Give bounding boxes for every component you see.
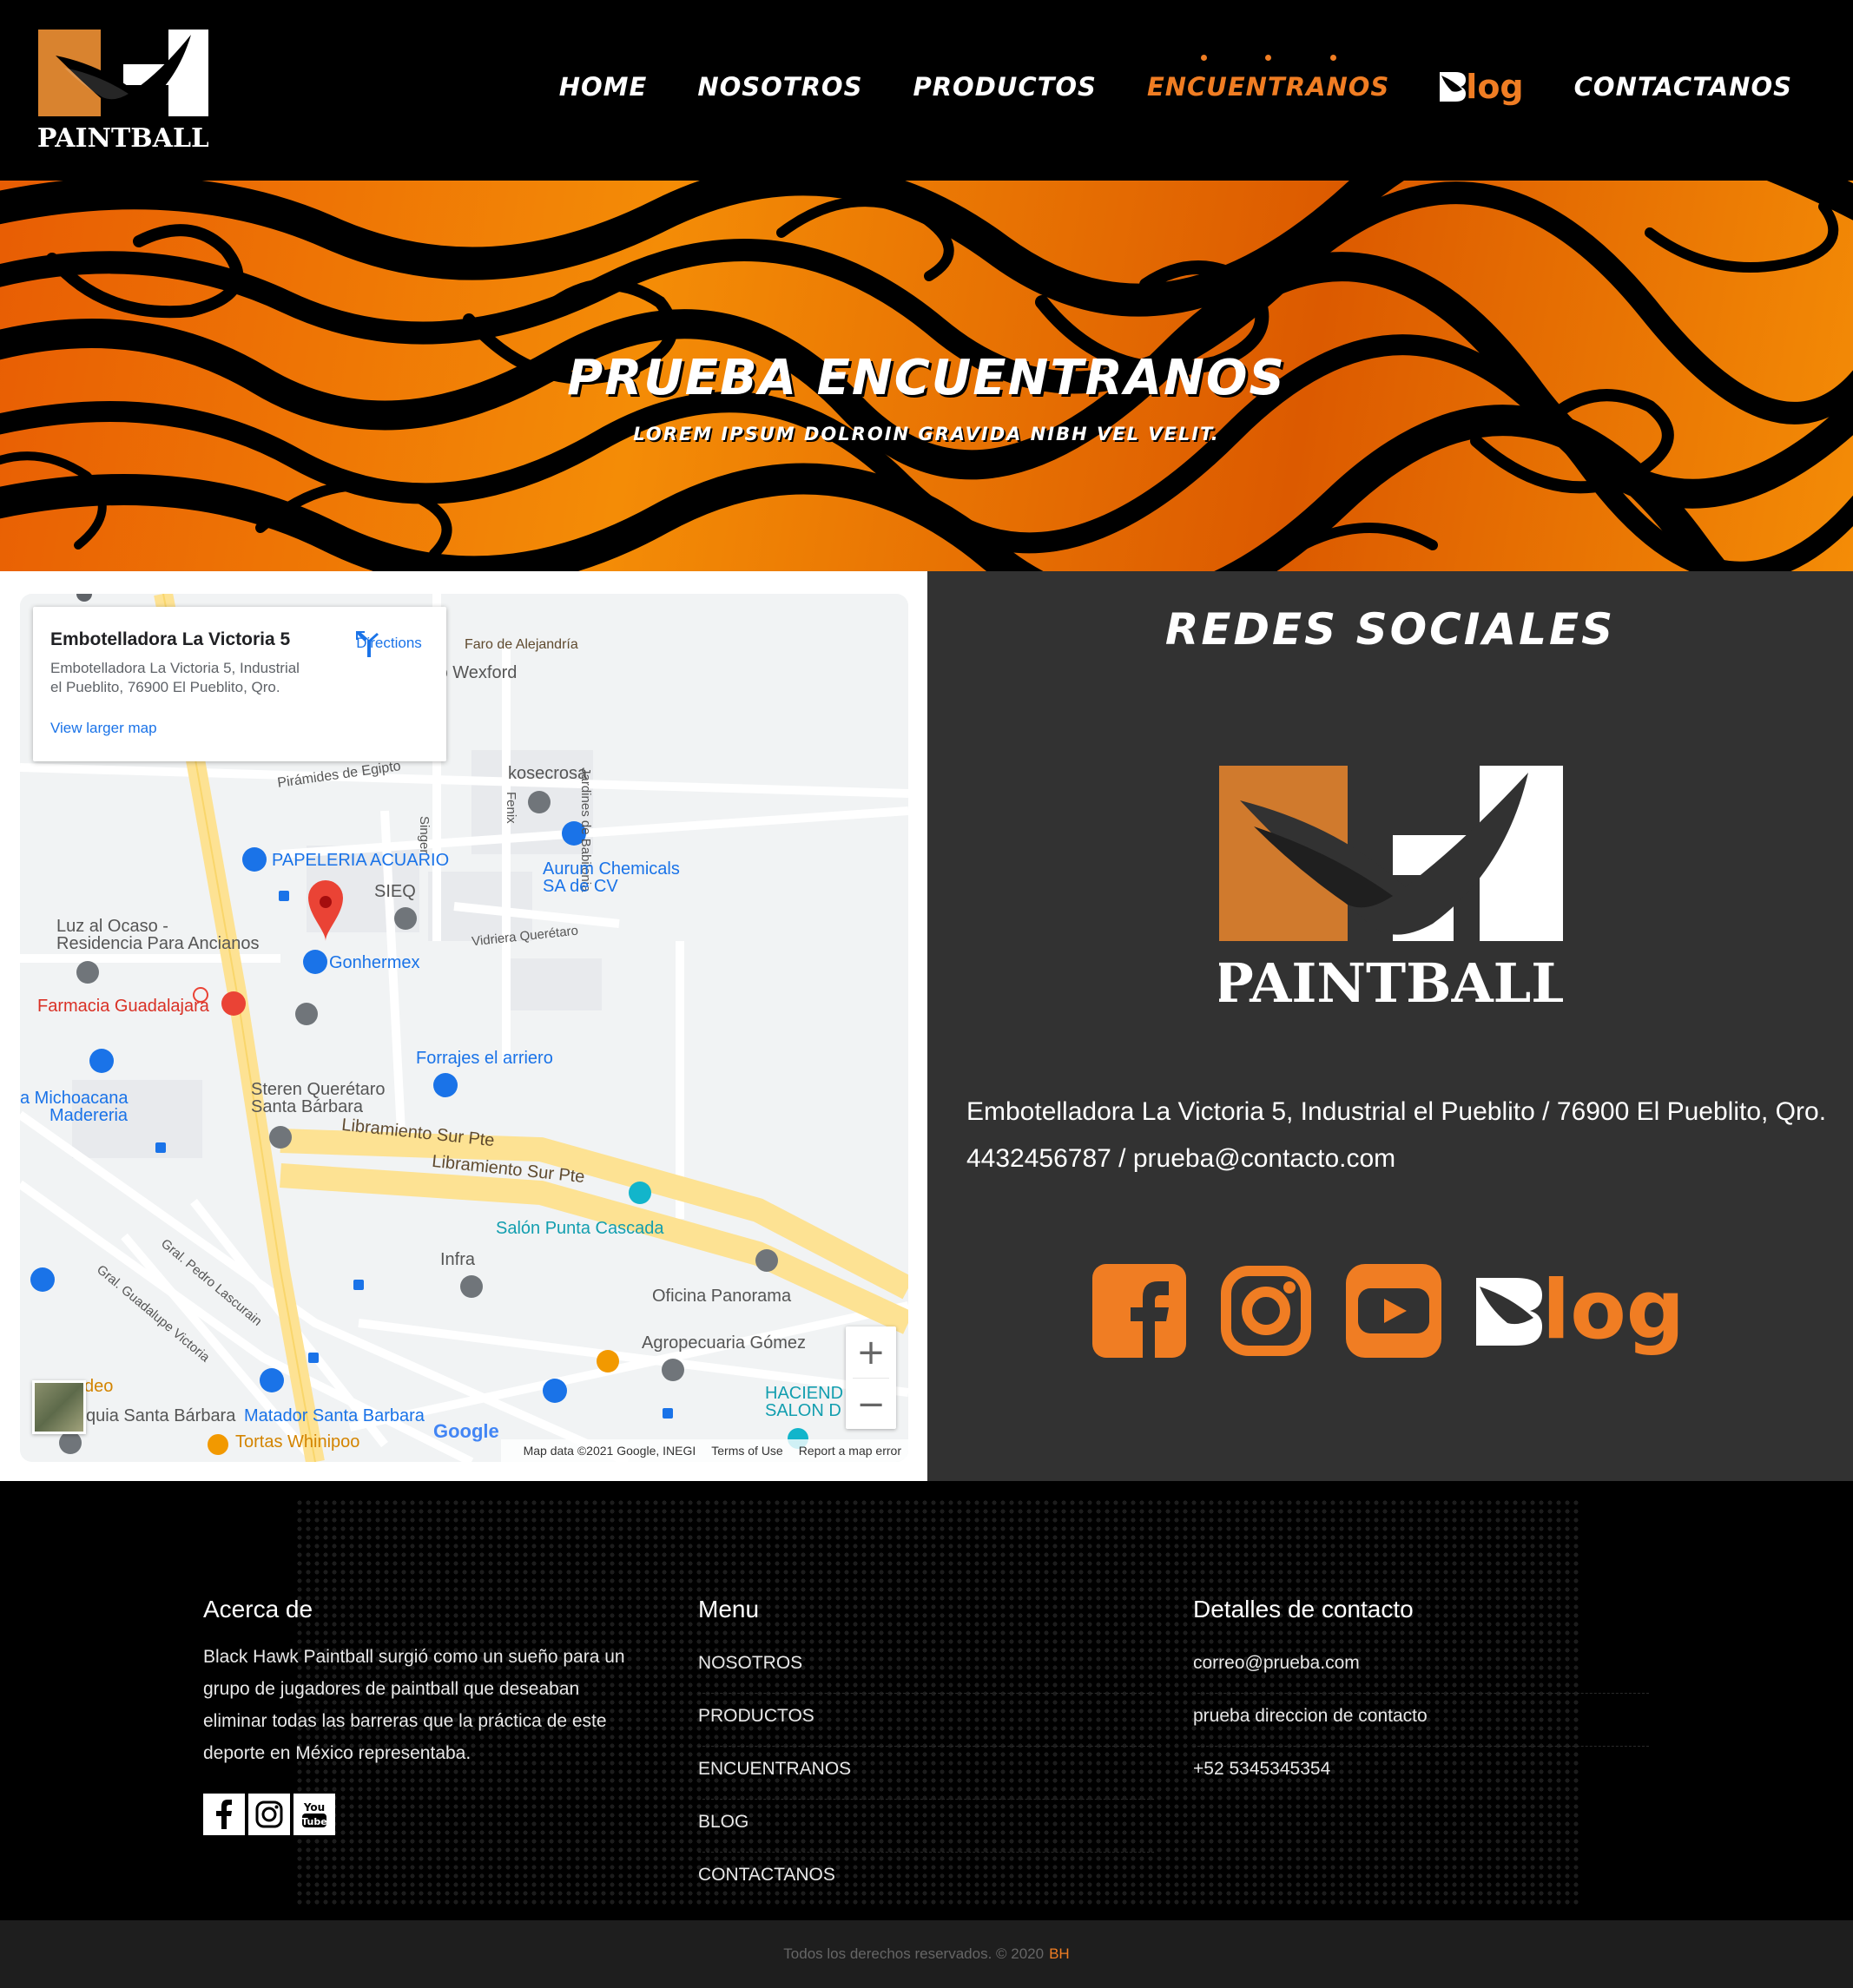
map-place: Residencia Para Ancianos [56, 934, 260, 953]
footer-menu-list: NOSOTROS PRODUCTOS ENCUENTRANOS BLOG CON… [698, 1641, 1154, 1906]
satellite-toggle[interactable] [32, 1380, 86, 1434]
map-place: SA de CV [543, 877, 618, 896]
map-attribution: Map data ©2021 Google, INEGI Terms of Us… [500, 1439, 908, 1462]
footer-menu-encuentranos[interactable]: ENCUENTRANOS [698, 1747, 1154, 1800]
footer-contact-address: prueba direccion de contacto [1193, 1694, 1649, 1747]
large-logo-text: PAINTBALL [1219, 951, 1563, 1009]
copyright-text: Todos los derechos reservados. © 2020 [783, 1945, 1045, 1962]
map-place: Tortas Whinipoo [235, 1432, 360, 1452]
directions-icon [356, 631, 379, 657]
footer-menu: Menu NOSOTROS PRODUCTOS ENCUENTRANOS BLO… [698, 1596, 1154, 1906]
svg-text:You: You [303, 1801, 325, 1814]
map-place: Oficina Panorama [652, 1287, 792, 1306]
bh-paintball-logo[interactable]: PAINTBALL [38, 30, 208, 153]
map-place: Fenix [504, 792, 518, 824]
map-place: Singer [417, 816, 432, 854]
social-icons: log [1092, 1264, 1685, 1358]
nav-encuentranos[interactable]: ENCUENTRANOS [1146, 55, 1390, 102]
social-section: REDES SOCIALES PAINTBALL Embotelladora L… [927, 571, 1853, 1481]
footer-contact-heading: Detalles de contacto [1193, 1596, 1414, 1623]
map-place: Gonhermex [329, 953, 420, 972]
map-data-credit: Map data ©2021 Google, INEGI [523, 1444, 696, 1458]
footer-instagram-icon[interactable] [248, 1794, 290, 1835]
zoom-control: + − [846, 1326, 896, 1429]
map-place: Farmacia Guadalajara [37, 997, 209, 1016]
map-section: Faro de Alejandría gio Wexford Jardines … [0, 571, 927, 1481]
place-info-card: Embotelladora La Victoria 5 Embotellador… [33, 607, 446, 761]
nav-home[interactable]: HOME [559, 72, 648, 102]
terms-link[interactable]: Terms of Use [711, 1444, 782, 1458]
zoom-in-button[interactable]: + [846, 1326, 896, 1378]
hero-title: PRUEBA ENCUENTRANOS [567, 350, 1286, 406]
footer-contact-list: correo@prueba.com prueba direccion de co… [1193, 1641, 1649, 1800]
footer-youtube-icon[interactable]: You Tube [293, 1794, 335, 1835]
main-nav: HOME NOSOTROS PRODUCTOS ENCUENTRANOS log… [509, 55, 1792, 106]
footer-contact: Detalles de contacto correo@prueba.com p… [1193, 1596, 1649, 1800]
view-larger-map-link[interactable]: View larger map [50, 720, 429, 737]
map-place: Matador Santa Barbara [244, 1406, 425, 1425]
google-logo-text: Google [433, 1420, 499, 1442]
footer-about: Acerca de Black Hawk Paintball surgió co… [203, 1596, 646, 1835]
nav-productos[interactable]: PRODUCTOS [913, 72, 1096, 102]
instagram-icon[interactable] [1221, 1266, 1311, 1356]
footer-menu-productos[interactable]: PRODUCTOS [698, 1694, 1154, 1747]
blog-icon[interactable]: log [1476, 1263, 1685, 1358]
zoom-out-button[interactable]: − [846, 1379, 896, 1430]
nav-nosotros[interactable]: NOSOTROS [697, 72, 862, 102]
footer-contact-email[interactable]: correo@prueba.com [1193, 1641, 1649, 1694]
nav-contactanos[interactable]: CONTACTANOS [1574, 72, 1792, 102]
map-place: deo [84, 1377, 114, 1396]
site-footer: Acerca de Black Hawk Paintball surgió co… [0, 1481, 1853, 1920]
google-logo: Google [433, 1420, 499, 1443]
map-place: Agropecuaria Gómez [642, 1333, 806, 1353]
copyright-brand-link[interactable]: BH [1049, 1945, 1070, 1963]
map-place: SIEQ [374, 882, 416, 901]
map-place: Santa Bárbara [251, 1097, 363, 1116]
facebook-icon[interactable] [1092, 1264, 1186, 1358]
report-error-link[interactable]: Report a map error [799, 1444, 901, 1458]
blog-b-large-icon [1476, 1278, 1542, 1346]
logo-text: PAINTBALL [38, 123, 208, 153]
hero-subtitle: LOREM IPSUM DOLROIN GRAVIDA NIBH VEL VEL… [633, 424, 1220, 444]
nav-encuentranos-label: ENCUENTRANOS [1146, 72, 1390, 102]
active-indicator-dots [1147, 55, 1389, 62]
business-address: Embotelladora La Victoria 5, Industrial … [966, 1097, 1827, 1126]
place-address: Embotelladora La Victoria 5, Industrial … [50, 660, 300, 695]
footer-about-text: Black Hawk Paintball surgió como un sueñ… [203, 1647, 625, 1763]
nav-blog[interactable]: log [1440, 68, 1524, 106]
hero-banner: PRUEBA ENCUENTRANOS LOREM IPSUM DOLROIN … [0, 181, 1853, 571]
map-place: Faro de Alejandría [465, 637, 578, 652]
footer-menu-contactanos[interactable]: CONTACTANOS [698, 1853, 1154, 1906]
directions-button[interactable]: Directions [353, 631, 425, 657]
footer-facebook-icon[interactable] [203, 1794, 245, 1835]
footer-contact-phone[interactable]: +52 5345345354 [1193, 1747, 1649, 1800]
map-place: Infra [440, 1250, 476, 1269]
google-map-embed[interactable]: Faro de Alejandría gio Wexford Jardines … [20, 594, 908, 1462]
svg-text:Tube: Tube [301, 1816, 326, 1827]
map-place: SALON D [765, 1401, 841, 1420]
youtube-icon[interactable] [1346, 1264, 1441, 1358]
blog-icon-label: log [1542, 1263, 1685, 1358]
top-navbar: PAINTBALL HOME NOSOTROS PRODUCTOS ENCUEN… [0, 0, 1853, 181]
social-title: REDES SOCIALES [1164, 604, 1616, 655]
map-place: Madereria [49, 1106, 129, 1125]
copyright-bar: Todos los derechos reservados. © 2020 BH [0, 1920, 1853, 1988]
map-place: Salón Punta Cascada [496, 1219, 664, 1238]
footer-social-icons: You Tube [203, 1794, 646, 1835]
map-place: PAPELERIA ACUARIO [272, 851, 450, 870]
footer-menu-nosotros[interactable]: NOSOTROS [698, 1641, 1154, 1694]
footer-menu-blog[interactable]: BLOG [698, 1800, 1154, 1853]
nav-blog-label: log [1466, 68, 1524, 106]
map-place: Forrajes el arriero [416, 1049, 553, 1068]
business-contact: 4432456787 / prueba@contacto.com [966, 1144, 1396, 1173]
map-place: quia Santa Bárbara [86, 1406, 236, 1425]
footer-menu-heading: Menu [698, 1596, 760, 1623]
bh-paintball-logo-large: PAINTBALL [1219, 766, 1563, 1009]
blog-b-icon [1440, 72, 1467, 102]
map-place: kosecrosa [508, 764, 588, 783]
footer-about-heading: Acerca de [203, 1596, 313, 1623]
